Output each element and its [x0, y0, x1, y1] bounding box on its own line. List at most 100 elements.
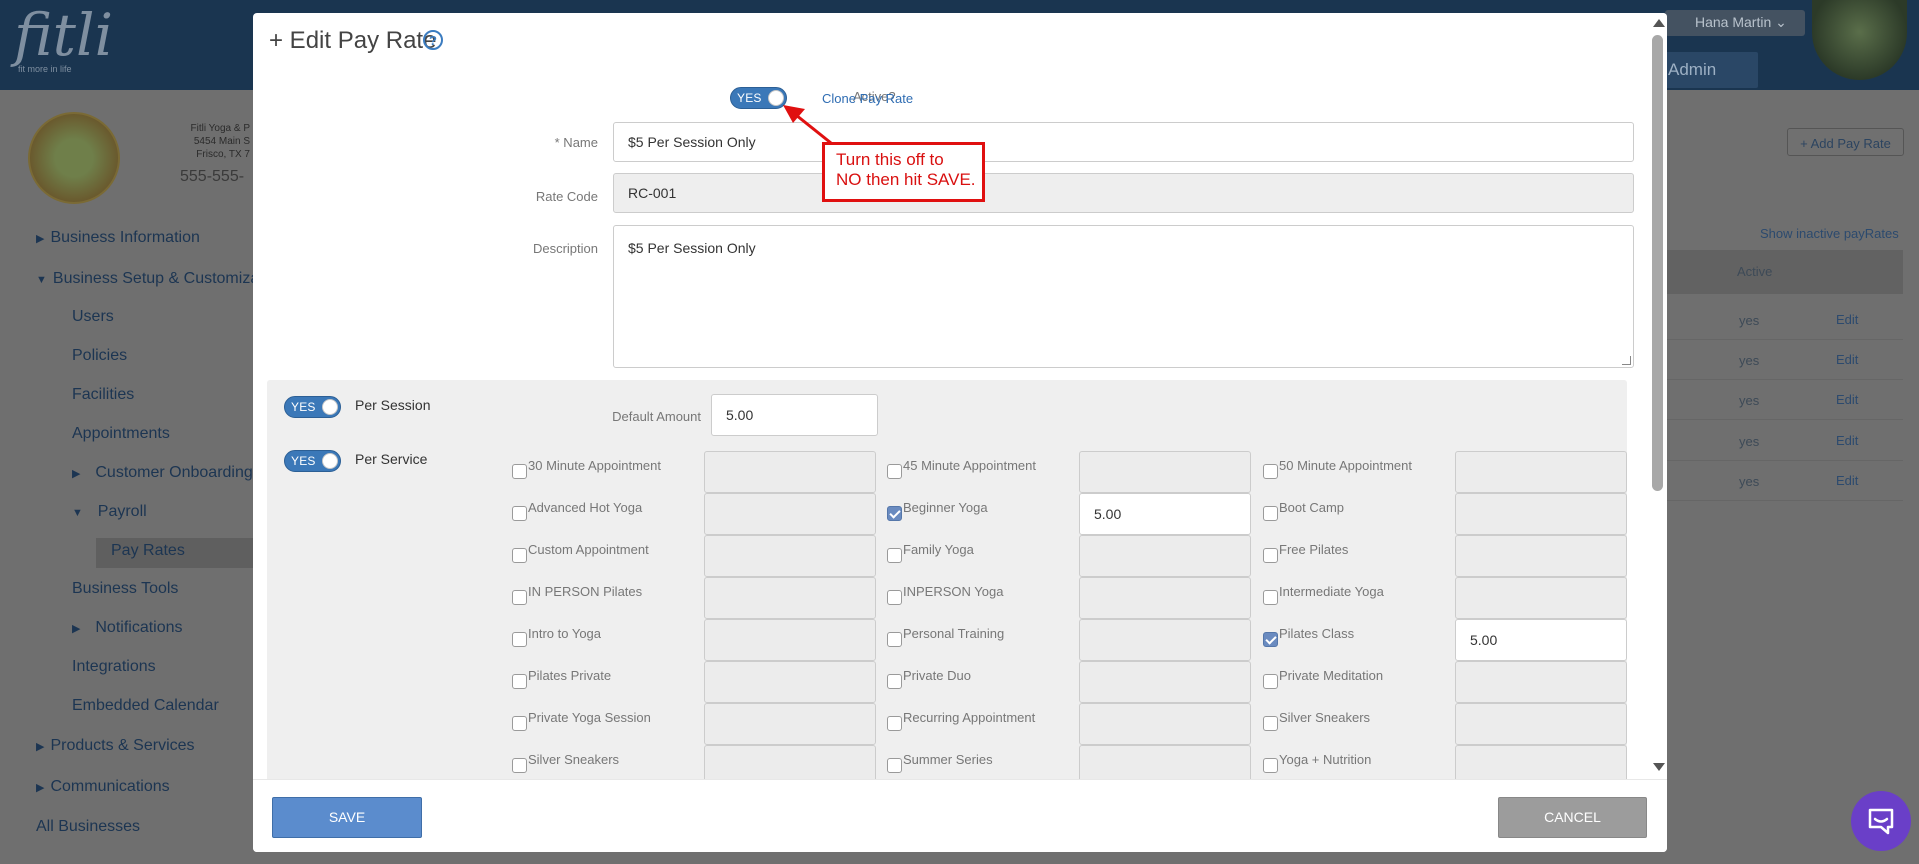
service-checkbox[interactable]	[1263, 674, 1278, 689]
admin-tab[interactable]: Admin	[1662, 52, 1758, 88]
help-icon[interactable]: ?	[423, 30, 443, 50]
service-amount-input[interactable]: 5.00	[1455, 619, 1627, 661]
service-label: Pilates Class	[1279, 626, 1355, 641]
service-amount-input[interactable]	[1079, 577, 1251, 619]
service-label: Private Yoga Session	[528, 710, 651, 725]
nav-business-tools[interactable]: Business Tools	[72, 580, 178, 598]
edit-link[interactable]: Edit	[1836, 312, 1858, 327]
service-amount-input[interactable]	[704, 493, 876, 535]
nav-notifications[interactable]: ▶ Notifications	[72, 619, 183, 637]
nav-users[interactable]: Users	[72, 308, 114, 326]
service-checkbox[interactable]	[512, 674, 527, 689]
resize-handle-icon[interactable]	[1622, 356, 1631, 365]
scroll-up-icon[interactable]	[1653, 19, 1665, 27]
active-toggle[interactable]: YES	[730, 87, 787, 109]
service-label: IN PERSON Pilates	[528, 584, 643, 599]
nav-payroll[interactable]: ▼ Payroll	[72, 503, 147, 521]
service-amount-input[interactable]	[704, 577, 876, 619]
service-amount-input[interactable]	[1079, 451, 1251, 493]
caret-right-icon: ▶	[36, 233, 45, 245]
service-amount-input[interactable]	[704, 619, 876, 661]
service-checkbox[interactable]	[1263, 632, 1278, 647]
service-amount-input[interactable]	[1455, 703, 1627, 745]
service-checkbox[interactable]	[887, 506, 902, 521]
service-amount-input[interactable]: 5.00	[1079, 493, 1251, 535]
scroll-down-icon[interactable]	[1653, 763, 1665, 771]
nav-communications[interactable]: ▶ Communications	[36, 778, 170, 796]
service-checkbox[interactable]	[1263, 758, 1278, 773]
edit-link[interactable]: Edit	[1836, 473, 1858, 488]
service-checkbox[interactable]	[512, 506, 527, 521]
show-inactive-link[interactable]: Show inactive payRates	[1760, 226, 1899, 241]
chat-bubble-icon	[1868, 808, 1894, 835]
service-amount-input[interactable]	[704, 703, 876, 745]
service-checkbox[interactable]	[512, 716, 527, 731]
nav-policies[interactable]: Policies	[72, 347, 127, 365]
name-input[interactable]: $5 Per Session Only	[613, 122, 1634, 162]
service-amount-input[interactable]	[1455, 451, 1627, 493]
service-checkbox[interactable]	[1263, 506, 1278, 521]
service-amount-input[interactable]	[1079, 619, 1251, 661]
user-name: Hana Martin	[1695, 14, 1772, 30]
edit-link[interactable]: Edit	[1836, 352, 1858, 367]
name-label: * Name	[554, 135, 598, 150]
avatar[interactable]	[1812, 0, 1907, 80]
modal-scrollbar[interactable]	[1648, 13, 1667, 773]
service-amount-input[interactable]	[1455, 493, 1627, 535]
service-amount-input[interactable]	[1455, 661, 1627, 703]
service-amount-input[interactable]	[704, 535, 876, 577]
service-checkbox[interactable]	[1263, 548, 1278, 563]
nav-facilities[interactable]: Facilities	[72, 386, 134, 404]
edit-link[interactable]: Edit	[1836, 392, 1858, 407]
default-amount-label: Default Amount	[612, 409, 701, 424]
nav-integrations[interactable]: Integrations	[72, 658, 156, 676]
service-amount-input[interactable]	[1079, 703, 1251, 745]
service-amount-input[interactable]	[1079, 661, 1251, 703]
nav-business-information[interactable]: ▶ Business Information	[36, 229, 200, 247]
service-checkbox[interactable]	[512, 464, 527, 479]
service-checkbox[interactable]	[1263, 464, 1278, 479]
service-amount-input[interactable]	[704, 661, 876, 703]
service-label: 50 Minute Appointment	[1279, 458, 1412, 473]
chat-launcher-button[interactable]	[1851, 791, 1911, 851]
nav-pay-rates[interactable]: Pay Rates	[111, 542, 185, 560]
service-checkbox[interactable]	[512, 590, 527, 605]
scroll-thumb[interactable]	[1652, 35, 1663, 491]
nav-embedded-calendar[interactable]: Embedded Calendar	[72, 697, 219, 715]
edit-link[interactable]: Edit	[1836, 433, 1858, 448]
service-amount-input[interactable]	[1079, 535, 1251, 577]
service-checkbox[interactable]	[887, 590, 902, 605]
nav-appointments[interactable]: Appointments	[72, 425, 170, 443]
service-label: Intermediate Yoga	[1279, 584, 1384, 599]
service-checkbox[interactable]	[887, 716, 902, 731]
add-pay-rate-button[interactable]: + Add Pay Rate	[1787, 128, 1904, 156]
nav-customer-onboarding[interactable]: ▶ Customer Onboarding	[72, 464, 253, 482]
nav-products-services[interactable]: ▶ Products & Services	[36, 737, 195, 755]
nav-all-businesses[interactable]: All Businesses	[36, 818, 140, 836]
service-checkbox[interactable]	[887, 632, 902, 647]
service-checkbox[interactable]	[887, 548, 902, 563]
per-session-toggle[interactable]: YES	[284, 396, 341, 418]
service-checkbox[interactable]	[512, 548, 527, 563]
service-checkbox[interactable]	[512, 632, 527, 647]
per-service-toggle[interactable]: YES	[284, 450, 341, 472]
cancel-button[interactable]: CANCEL	[1498, 797, 1647, 838]
rate-code-input[interactable]: RC-001	[613, 173, 1634, 213]
service-amount-input[interactable]	[704, 451, 876, 493]
service-checkbox[interactable]	[887, 758, 902, 773]
service-amount-input[interactable]	[1455, 577, 1627, 619]
service-checkbox[interactable]	[887, 674, 902, 689]
service-checkbox[interactable]	[1263, 590, 1278, 605]
user-menu[interactable]: Hana Martin ⌄	[1665, 10, 1805, 36]
column-header-active: Active	[1737, 264, 1773, 279]
service-checkbox[interactable]	[1263, 716, 1278, 731]
caret-down-icon: ▼	[36, 274, 47, 286]
description-textarea[interactable]: $5 Per Session Only	[613, 225, 1634, 368]
default-amount-input[interactable]: 5.00	[711, 394, 878, 436]
table-row: yes Edit	[1663, 421, 1903, 461]
service-checkbox[interactable]	[887, 464, 902, 479]
service-checkbox[interactable]	[512, 758, 527, 773]
nav-business-setup[interactable]: ▼ Business Setup & Customiza	[36, 270, 259, 288]
service-amount-input[interactable]	[1455, 535, 1627, 577]
save-button[interactable]: SAVE	[272, 797, 422, 838]
